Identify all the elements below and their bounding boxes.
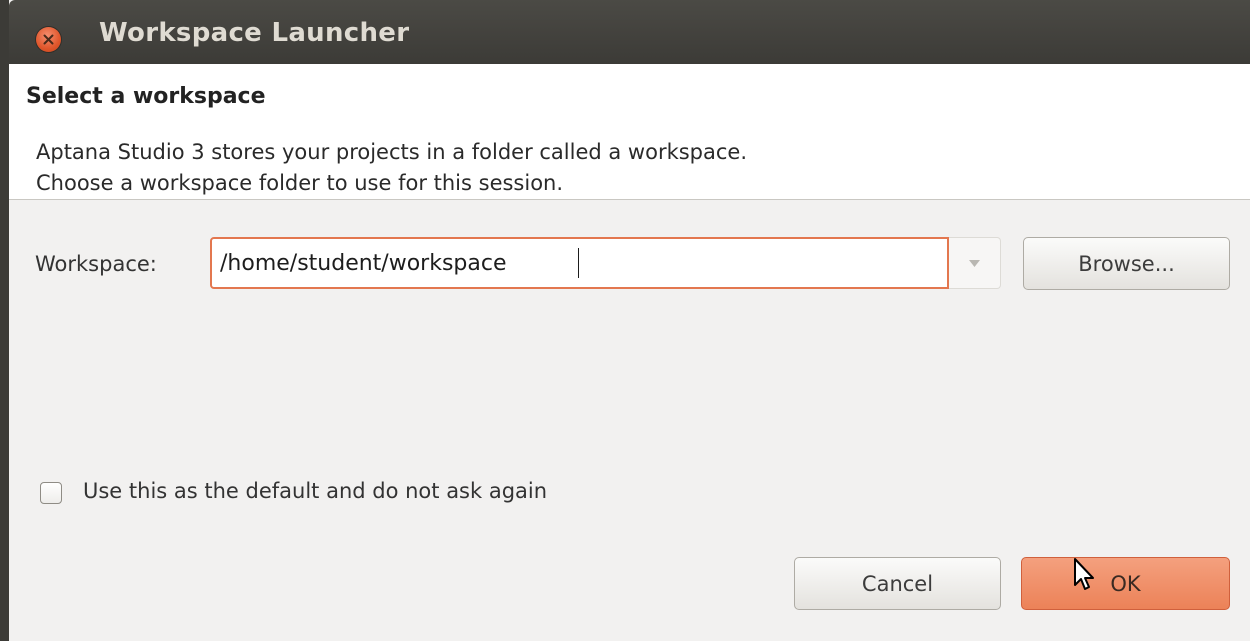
title-bar[interactable]: Workspace Launcher <box>9 0 1250 64</box>
header-title: Select a workspace <box>26 84 266 109</box>
dialog-header: Select a workspace Aptana Studio 3 store… <box>9 64 1250 200</box>
text-caret <box>578 248 579 278</box>
close-button[interactable] <box>36 27 61 52</box>
window-edge <box>0 0 9 641</box>
window-title: Workspace Launcher <box>99 18 410 48</box>
default-checkbox[interactable] <box>40 482 62 504</box>
workspace-label: Workspace: <box>35 252 157 276</box>
cancel-button[interactable]: Cancel <box>794 557 1001 610</box>
header-description-line-2: Choose a workspace folder to use for thi… <box>36 171 564 195</box>
header-description-line-1: Aptana Studio 3 stores your projects in … <box>36 140 748 164</box>
default-checkbox-label[interactable]: Use this as the default and do not ask a… <box>83 479 547 503</box>
workspace-launcher-dialog: Workspace Launcher Select a workspace Ap… <box>0 0 1250 641</box>
dropdown-arrow-icon <box>969 260 980 267</box>
close-icon <box>43 34 54 45</box>
browse-button[interactable]: Browse... <box>1023 237 1230 290</box>
workspace-path-input[interactable] <box>210 237 949 289</box>
workspace-combobox[interactable] <box>210 237 1001 289</box>
workspace-dropdown-button[interactable] <box>949 237 1001 289</box>
ok-button[interactable]: OK <box>1021 557 1230 610</box>
mouse-pointer-icon <box>1073 557 1095 597</box>
